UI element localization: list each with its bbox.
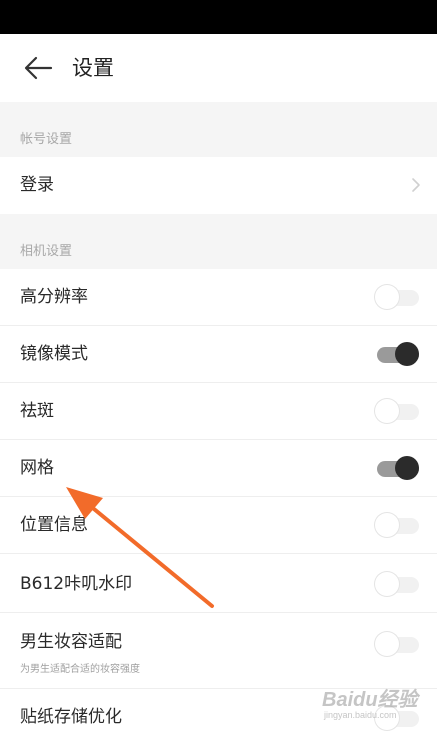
settings-screen: 设置 帐号设置 登录 相机设置 高分辨率 镜像模式 祛斑 网格 位置信息 B61… [0,0,437,734]
toggle-switch-freckle-removal[interactable] [375,399,419,425]
setting-label: 位置信息 [20,515,88,535]
toggle-switch-male-makeup[interactable] [375,632,419,658]
setting-row-mirror-mode: 镜像模式 [0,326,437,383]
setting-label: 祛斑 [20,401,54,421]
toggle-knob [375,399,399,423]
toggle-switch-location[interactable] [375,513,419,539]
setting-label: 高分辨率 [20,287,88,307]
chevron-right-icon [412,178,420,192]
setting-row-high-resolution: 高分辨率 [0,269,437,326]
section-header-account: 帐号设置 [0,102,437,157]
setting-label: 贴纸存储优化 [20,707,122,727]
toggle-switch-grid[interactable] [377,456,419,482]
setting-row-login[interactable]: 登录 [0,157,437,214]
setting-row-freckle-removal: 祛斑 [0,383,437,440]
setting-row-male-makeup: 男生妆容适配 为男生适配合适的妆容强度 [0,613,437,689]
section-label: 帐号设置 [20,132,73,147]
toggle-knob [375,513,399,537]
setting-label: 登录 [20,175,54,195]
setting-sublabel: 为男生适配合适的妆容强度 [20,664,140,675]
toggle-knob [395,342,419,366]
setting-row-location: 位置信息 [0,497,437,554]
section-label: 相机设置 [20,244,73,259]
toggle-switch-mirror-mode[interactable] [377,342,419,368]
setting-label: 镜像模式 [20,344,88,364]
toggle-knob [375,572,399,596]
back-button[interactable] [20,52,56,84]
toggle-knob [375,632,399,656]
setting-row-grid: 网格 [0,440,437,497]
toggle-switch-watermark[interactable] [375,572,419,598]
app-header: 设置 [0,34,437,102]
setting-row-sticker-storage: 贴纸存储优化 [0,689,437,734]
toggle-knob [375,706,399,730]
setting-row-watermark: B612咔叽水印 [0,556,437,613]
toggle-knob [395,456,419,480]
toggle-switch-high-resolution[interactable] [375,285,419,311]
status-bar [0,0,437,34]
toggle-switch-sticker-storage[interactable] [375,706,419,732]
toggle-knob [375,285,399,309]
page-title: 设置 [72,56,114,80]
setting-label: B612咔叽水印 [20,574,133,594]
arrow-left-icon [24,56,53,80]
setting-label: 男生妆容适配 [20,632,122,652]
setting-label: 网格 [20,458,54,478]
section-header-camera: 相机设置 [0,214,437,269]
